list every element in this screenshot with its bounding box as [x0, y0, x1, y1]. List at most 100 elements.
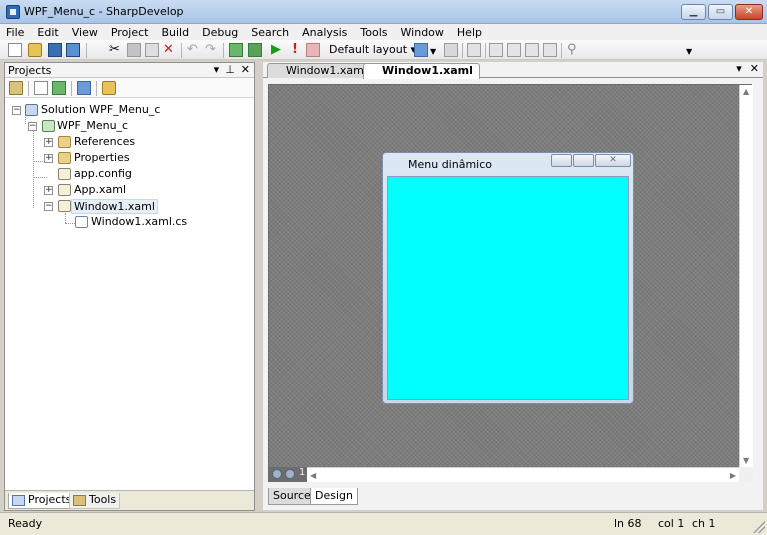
menu-window[interactable]: Window — [401, 26, 444, 39]
breakpoint-icon[interactable]: ! — [292, 42, 298, 57]
zoom-out-icon[interactable] — [285, 469, 295, 479]
menu-debug[interactable]: Debug — [202, 26, 238, 39]
save-icon[interactable] — [48, 43, 62, 57]
undo-icon[interactable]: ↶ — [187, 42, 198, 57]
menu-file[interactable]: File — [6, 26, 24, 39]
expand-icon[interactable]: + — [44, 186, 53, 195]
tree-item-window-xaml[interactable]: − Window1.xaml — [5, 198, 245, 214]
layout-dropdown[interactable]: Default layout ▾ — [329, 42, 416, 58]
expand-icon[interactable]: + — [44, 154, 53, 163]
minimize-button[interactable]: ▁ — [681, 4, 706, 20]
app-icon — [6, 5, 20, 19]
close-document-icon[interactable]: ✕ — [750, 62, 759, 75]
design-surface[interactable]: Menu dinâmico ✕ ▲ ▼ 1 ◀ ▶ — [268, 84, 753, 482]
tree-item-solution[interactable]: − Solution WPF_Menu_c — [5, 102, 245, 118]
scroll-corner — [739, 467, 753, 482]
tab-list-icon[interactable]: ▾ — [736, 62, 742, 75]
rebuild-icon[interactable] — [248, 43, 262, 57]
pad-close-icon[interactable]: ✕ — [241, 63, 250, 76]
horizontal-scrollbar[interactable]: ◀ ▶ — [307, 467, 739, 482]
menu-project[interactable]: Project — [111, 26, 149, 39]
tree-label-app-xaml: App.xaml — [74, 183, 127, 196]
open-folder-icon[interactable] — [28, 43, 42, 57]
cut-icon[interactable]: ✂ — [109, 42, 120, 57]
stop-icon[interactable] — [306, 43, 320, 57]
save-all-icon[interactable] — [66, 43, 80, 57]
document-tab-strip: Window1.xaml.cs Window1.xaml ▾ ✕ — [263, 62, 763, 79]
tab-source-label: Source — [273, 489, 311, 502]
toolbar-overflow-icon[interactable]: ▼ — [686, 44, 692, 59]
delete-icon[interactable]: ✕ — [163, 42, 174, 57]
zoom-reset-icon[interactable]: 1 — [299, 467, 305, 478]
redo-icon[interactable]: ↷ — [205, 42, 216, 57]
menu-view[interactable]: View — [72, 26, 98, 39]
scroll-left-icon[interactable]: ◀ — [310, 471, 316, 480]
pad-menu-icon[interactable]: ▾ — [214, 63, 220, 76]
scroll-down-icon[interactable]: ▼ — [743, 456, 749, 465]
minimize-icon: ▁ — [689, 6, 698, 17]
tab-tools[interactable]: Tools — [69, 493, 121, 509]
wpf-window-preview[interactable]: Menu dinâmico ✕ — [382, 152, 634, 404]
format-icon[interactable] — [467, 43, 481, 57]
title-bar: WPF_Menu_c - SharpDevelop ▁ ▭ ✕ — [0, 0, 767, 24]
tree-item-app-xaml[interactable]: + App.xaml — [5, 182, 245, 198]
toolbar-separator — [223, 43, 224, 58]
projects-tab-icon — [12, 495, 25, 506]
tree-label-window-xaml-cs: Window1.xaml.cs — [91, 215, 188, 228]
tree-item-window-xaml-cs[interactable]: Window1.xaml.cs — [5, 214, 245, 230]
wpf-window-content[interactable] — [387, 176, 629, 400]
wpf-window-buttons: ✕ — [551, 154, 631, 167]
menu-edit[interactable]: Edit — [37, 26, 58, 39]
tab-projects[interactable]: Projects — [8, 493, 76, 509]
bookmark-icon[interactable] — [489, 43, 503, 57]
projects-pad-header: Projects ▾ ⊥ ✕ — [5, 63, 254, 78]
tab-window1-xaml[interactable]: Window1.xaml — [363, 63, 480, 79]
tree-item-app-config[interactable]: app.config — [5, 166, 245, 182]
tab-design[interactable]: Design — [310, 488, 358, 505]
toolbar-separator — [485, 43, 486, 58]
collapse-all-icon[interactable] — [77, 81, 91, 95]
bookmark-clear-icon[interactable] — [543, 43, 557, 57]
tree-item-references[interactable]: + References — [5, 134, 245, 150]
tree-item-properties[interactable]: + Properties — [5, 150, 245, 166]
menu-search[interactable]: Search — [251, 26, 289, 39]
pin-icon[interactable]: ⊥ — [225, 63, 235, 76]
bookmark-next-icon[interactable] — [525, 43, 539, 57]
collapse-icon[interactable]: − — [12, 106, 21, 115]
refresh-icon[interactable] — [52, 81, 66, 95]
tree-item-project[interactable]: − WPF_Menu_c — [5, 118, 245, 134]
show-all-files-icon[interactable] — [34, 81, 48, 95]
chevron-down-icon[interactable]: ▼ — [430, 44, 436, 59]
run-icon[interactable]: ▶ — [271, 42, 281, 57]
zoom-in-icon[interactable] — [272, 469, 282, 479]
expand-icon[interactable]: + — [44, 138, 53, 147]
maximize-button[interactable]: ▭ — [708, 4, 733, 20]
open-containing-folder-icon[interactable] — [102, 81, 116, 95]
resize-grip[interactable] — [753, 521, 765, 533]
scroll-up-icon[interactable]: ▲ — [743, 87, 749, 96]
new-file-icon[interactable] — [8, 43, 22, 57]
close-button[interactable]: ✕ — [735, 4, 763, 20]
references-folder-icon — [58, 136, 71, 148]
navigate-back-icon[interactable] — [414, 43, 428, 57]
scroll-right-icon[interactable]: ▶ — [730, 471, 736, 480]
main-toolbar: ✂ ✕ ↶ ↷ ▶ ! Default layout ▾ ▼ ⚲ ▼ — [0, 40, 767, 60]
bookmark-prev-icon[interactable] — [507, 43, 521, 57]
paste-icon[interactable] — [145, 43, 159, 57]
tab-design-label: Design — [315, 489, 353, 502]
find-icon[interactable]: ⚲ — [567, 42, 577, 57]
collapse-icon[interactable]: − — [28, 122, 37, 131]
copy-icon[interactable] — [127, 43, 141, 57]
menu-tools[interactable]: Tools — [360, 26, 387, 39]
vertical-scrollbar[interactable]: ▲ ▼ — [739, 85, 753, 467]
navigate-forward-icon[interactable] — [444, 43, 458, 57]
properties-icon[interactable] — [9, 81, 23, 95]
build-icon[interactable] — [229, 43, 243, 57]
tab-source[interactable]: Source — [268, 488, 316, 505]
tree-label-references: References — [74, 135, 136, 148]
collapse-icon[interactable]: − — [44, 202, 53, 211]
menu-build[interactable]: Build — [161, 26, 189, 39]
pad-tab-strip: Projects Tools — [5, 490, 254, 510]
menu-help[interactable]: Help — [457, 26, 482, 39]
menu-analysis[interactable]: Analysis — [302, 26, 347, 39]
